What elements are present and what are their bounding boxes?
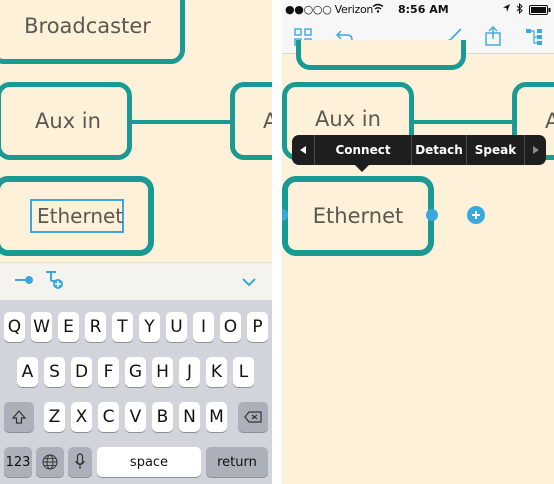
- key[interactable]: V: [125, 402, 146, 432]
- connection-line: [130, 120, 240, 124]
- wifi-icon: [372, 3, 384, 16]
- key[interactable]: E: [58, 312, 79, 342]
- panel-divider: [272, 0, 282, 484]
- outline-tree-icon[interactable]: [525, 28, 545, 46]
- add-child-node-icon[interactable]: [44, 269, 64, 295]
- numbers-key[interactable]: 123: [4, 447, 32, 477]
- dictation-key[interactable]: [68, 447, 92, 477]
- key[interactable]: L: [233, 357, 254, 387]
- triangle-left-icon: [300, 146, 306, 154]
- left-screen: Broadcaster Aux in A Ethernet Q W E R T …: [0, 0, 272, 484]
- node-label: Broadcaster: [24, 14, 151, 38]
- key[interactable]: F: [98, 357, 119, 387]
- key[interactable]: Z: [44, 402, 65, 432]
- carrier-label: ●●○○○ Verizon: [285, 3, 374, 16]
- key[interactable]: H: [152, 357, 173, 387]
- key[interactable]: X: [71, 402, 92, 432]
- key[interactable]: M: [206, 402, 227, 432]
- shift-key[interactable]: [4, 402, 34, 432]
- clock: 8:56 AM: [398, 3, 449, 16]
- menu-prev-arrow[interactable]: [292, 135, 314, 165]
- node-text-editor[interactable]: Ethernet: [30, 199, 124, 233]
- node-aux-in[interactable]: Aux in: [0, 82, 132, 160]
- node-ethernet[interactable]: Ethernet: [282, 176, 434, 256]
- triangle-right-icon: [532, 146, 539, 154]
- node-label: Aux in: [35, 109, 101, 133]
- battery-icon: [529, 5, 551, 18]
- delete-key[interactable]: [238, 402, 268, 432]
- key[interactable]: P: [247, 312, 268, 342]
- return-key[interactable]: return: [206, 447, 268, 477]
- menu-item-speak[interactable]: Speak: [467, 135, 524, 165]
- globe-icon: [42, 454, 58, 470]
- menu-next-arrow[interactable]: [525, 135, 546, 165]
- node-partial[interactable]: A: [230, 82, 272, 160]
- key[interactable]: G: [125, 357, 146, 387]
- keyboard-accessory-bar: [0, 262, 272, 300]
- node-label: A: [545, 109, 554, 133]
- key[interactable]: O: [220, 312, 241, 342]
- shift-icon: [12, 410, 26, 424]
- key[interactable]: Y: [139, 312, 160, 342]
- menu-item-connect[interactable]: Connect: [315, 135, 411, 165]
- key[interactable]: I: [193, 312, 214, 342]
- key[interactable]: Q: [4, 312, 25, 342]
- node-label: Aux in: [315, 107, 381, 131]
- key[interactable]: B: [152, 402, 173, 432]
- node-edit-input[interactable]: Ethernet: [37, 204, 123, 228]
- connection-line: [412, 120, 522, 124]
- chevron-down-icon[interactable]: [242, 275, 256, 291]
- keyboard: Q W E R T Y U I O P A S D F G H J K L Z …: [0, 300, 272, 484]
- connect-node-icon[interactable]: [14, 273, 34, 291]
- node-label: Ethernet: [312, 204, 404, 228]
- status-bar: ●●○○○ Verizon 8:56 AM: [282, 0, 554, 20]
- add-node-button[interactable]: [467, 206, 485, 224]
- key[interactable]: U: [166, 312, 187, 342]
- key[interactable]: K: [206, 357, 227, 387]
- context-menu: Connect Detach Speak: [292, 135, 546, 172]
- key[interactable]: S: [44, 357, 65, 387]
- globe-key[interactable]: [36, 447, 64, 477]
- plus-icon: [472, 211, 480, 219]
- menu-pointer-arrow: [354, 164, 370, 172]
- key[interactable]: D: [71, 357, 92, 387]
- microphone-icon: [74, 453, 86, 469]
- key[interactable]: N: [179, 402, 200, 432]
- node-ethernet[interactable]: Ethernet: [0, 176, 154, 256]
- space-key[interactable]: space: [97, 447, 201, 477]
- right-screen: ●●○○○ Verizon 8:56 AM Aux in A Connect D…: [282, 0, 554, 484]
- key[interactable]: R: [85, 312, 106, 342]
- node-offscreen-top[interactable]: [296, 40, 466, 70]
- connection-handle-right[interactable]: [426, 209, 438, 221]
- bluetooth-icon: [516, 2, 523, 17]
- backspace-icon: [244, 411, 262, 423]
- location-icon: [502, 3, 511, 16]
- key[interactable]: W: [31, 312, 52, 342]
- key[interactable]: T: [112, 312, 133, 342]
- key[interactable]: A: [17, 357, 38, 387]
- key[interactable]: C: [98, 402, 119, 432]
- node-broadcaster[interactable]: Broadcaster: [0, 0, 185, 64]
- menu-item-detach[interactable]: Detach: [412, 135, 466, 165]
- node-label: A: [263, 109, 272, 133]
- share-icon[interactable]: [484, 26, 504, 46]
- key[interactable]: J: [179, 357, 200, 387]
